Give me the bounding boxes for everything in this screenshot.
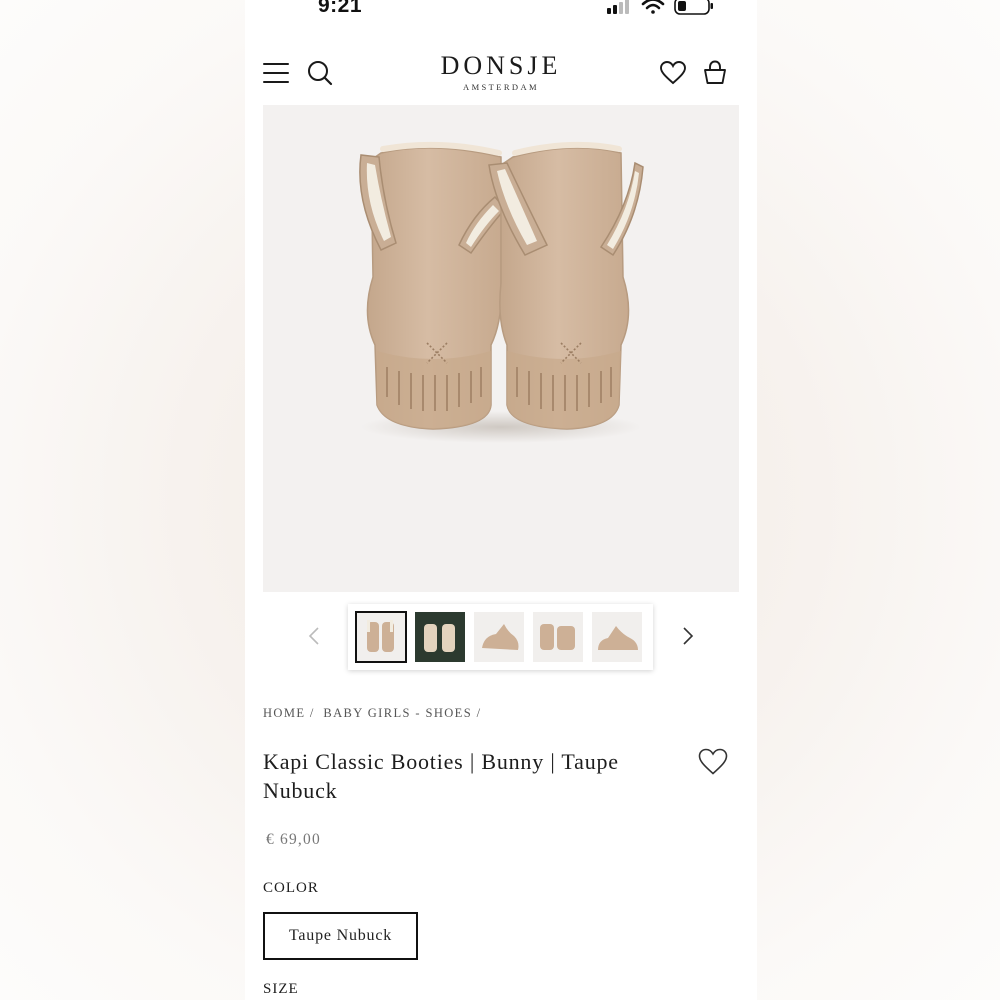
thumbnail-back[interactable] xyxy=(533,612,583,662)
battery-icon xyxy=(674,0,713,15)
booties-illustration xyxy=(359,141,644,443)
status-time: 9:21 xyxy=(318,0,363,17)
chevron-left-icon[interactable] xyxy=(308,626,320,646)
menu-icon[interactable] xyxy=(263,62,289,84)
thumbnail-front[interactable] xyxy=(355,611,407,663)
product-price: € 69,00 xyxy=(266,831,321,848)
status-bar: 9:21 xyxy=(245,0,757,20)
brand-logo[interactable]: DONSJE AMSTERDAM xyxy=(395,51,607,93)
breadcrumb-category[interactable]: BABY GIRLS - SHOES / xyxy=(323,706,481,720)
heart-icon[interactable] xyxy=(660,61,686,85)
status-icons xyxy=(607,0,713,15)
brand-name: DONSJE xyxy=(440,51,562,80)
thumbnail-strip xyxy=(348,604,653,670)
basket-icon[interactable] xyxy=(703,60,727,86)
brand-subtitle: AMSTERDAM xyxy=(463,82,539,92)
signal-icon xyxy=(607,0,629,14)
chevron-right-icon[interactable] xyxy=(682,626,694,646)
wishlist-heart-icon[interactable] xyxy=(698,748,728,776)
phone-screen: 9:21 DONSJE AMSTERDAM HOME / BABY GIRLS … xyxy=(245,0,757,1000)
search-icon[interactable] xyxy=(307,60,333,86)
color-option-selected[interactable]: Taupe Nubuck xyxy=(263,912,418,960)
thumbnail-side[interactable] xyxy=(474,612,524,662)
wifi-icon xyxy=(641,0,665,14)
color-option-label: Taupe Nubuck xyxy=(288,927,393,944)
left-bootie xyxy=(359,141,506,430)
breadcrumb-home[interactable]: HOME / xyxy=(263,706,315,720)
right-bootie xyxy=(488,141,644,430)
thumbnail-lifestyle[interactable] xyxy=(415,612,465,662)
thumbnail-profile[interactable] xyxy=(592,612,642,662)
product-title: Kapi Classic Booties | Bunny | Taupe Nub… xyxy=(263,749,619,803)
color-label: COLOR xyxy=(263,880,319,896)
breadcrumb: HOME / BABY GIRLS - SHOES / xyxy=(263,706,485,721)
product-main-image[interactable] xyxy=(263,105,739,592)
size-label: SIZE xyxy=(263,981,299,997)
